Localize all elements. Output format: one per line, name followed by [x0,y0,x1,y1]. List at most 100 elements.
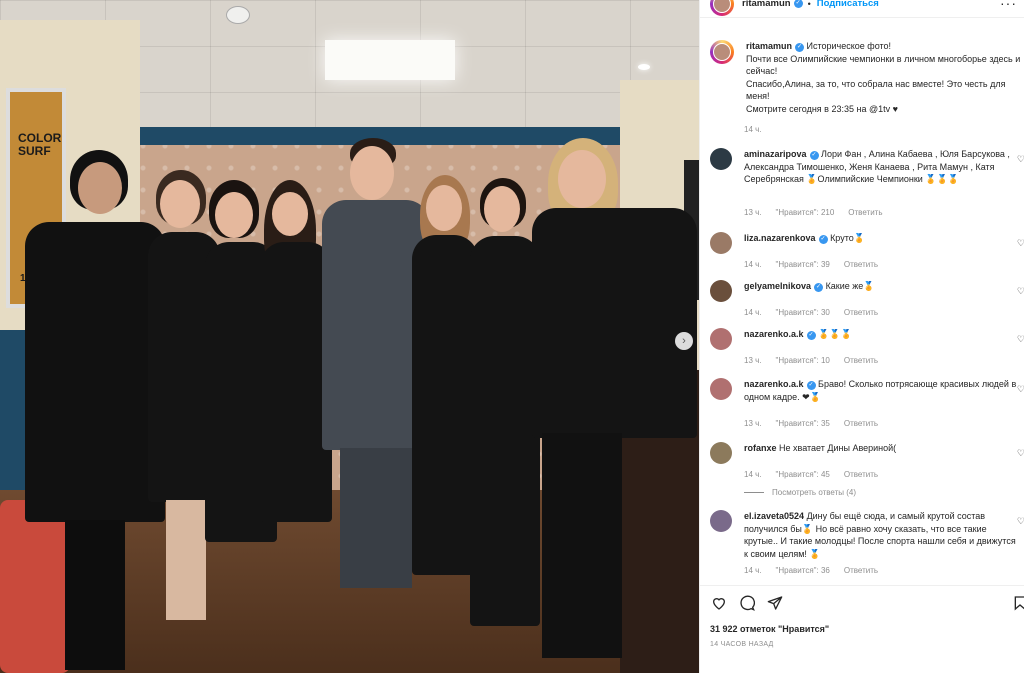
caption-username[interactable]: ritamamun [746,41,792,51]
comment-meta: 14 ч. "Нравится": 39 Ответить [744,260,892,269]
reply-button[interactable]: Ответить [844,566,878,575]
comment-like-icon[interactable]: ♡ [1017,448,1024,459]
comment-body: Круто🏅 [830,233,865,243]
comment-time: 14 ч. [744,470,762,479]
follow-button[interactable]: Подписаться [817,0,879,9]
comment-row: aminazaripova ✓ Лори Фан , Алина Кабаева … [710,148,1024,186]
reply-button[interactable]: Ответить [844,356,878,365]
comment-row: liza.nazarenkova✓ Круто🏅♡ [710,232,1024,254]
comment-like-icon[interactable]: ♡ [1017,516,1024,527]
comments-scroll[interactable]: ritamamun ✓ Историческое фото! Почти все … [700,30,1024,585]
view-replies-button[interactable]: Посмотреть ответы (4) [744,488,856,497]
verified-icon: ✓ [795,43,805,52]
commenter-username[interactable]: nazarenko.a.k [744,329,804,339]
comment-likes[interactable]: "Нравится": 210 [776,208,835,217]
photo-person [532,138,697,658]
verified-icon: ✓ [818,235,828,244]
commenter-avatar[interactable] [710,280,732,302]
caption-line-1: Историческое фото! [806,41,892,51]
likes-count[interactable]: 31 922 отметок "Нравится" [710,624,829,634]
comment-likes[interactable]: "Нравится": 39 [776,260,830,269]
comment-time: 14 ч. [744,566,762,575]
verified-icon: ✓ [806,331,816,340]
reply-button[interactable]: Ответить [844,260,878,269]
comment-text: nazarenko.a.k ✓ Браво! Сколько потрясающе… [744,378,1019,403]
verified-icon: ✓ [809,151,819,160]
comment-like-icon[interactable]: ♡ [1017,384,1024,395]
post-header: ritamamun ✓ • Подписаться ··· [700,0,1024,18]
commenter-username[interactable]: liza.nazarenkova [744,233,816,243]
caption-line-3: Спасибо,Алина, за то, что собрала нас вм… [746,78,1006,102]
post-photo[interactable]: COLOR SURF 1979 [0,0,699,673]
comment-like-icon[interactable]: ♡ [1017,334,1024,345]
caption-line-4: Смотрите сегодня в 23:35 на @1tv ♥ [746,103,898,114]
instagram-post-modal: COLOR SURF 1979 [0,0,1024,673]
comment-meta: 14 ч. "Нравится": 45 Ответить [744,470,892,479]
view-replies-label: Посмотреть ответы (4) [772,488,857,497]
comment-row: gelyamelnikova✓ Какие же🏅♡ [710,280,1024,302]
comment-likes[interactable]: "Нравится": 35 [776,419,830,428]
more-icon[interactable]: ··· [1000,0,1017,11]
commenter-avatar[interactable] [710,328,732,350]
separator-dot: • [807,0,811,9]
verified-icon: ✓ [806,381,816,390]
chevron-right-icon: › [682,335,686,347]
comment-row: nazarenko.a.k✓ 🏅🏅🏅♡ [710,328,1024,350]
commenter-username[interactable]: el.izaveta0524 [744,511,804,521]
comment-text: rofanxe Не хватает Дины Авериной( [744,442,1019,464]
comment-meta: 14 ч. "Нравится": 30 Ответить [744,308,892,317]
comment-likes[interactable]: "Нравится": 45 [776,470,830,479]
bookmark-icon[interactable] [1011,594,1024,612]
reply-button[interactable]: Ответить [848,208,882,217]
verified-icon: ✓ [793,0,803,8]
comment-text: liza.nazarenkova ✓ Круто🏅 [744,232,1019,254]
comment-text: gelyamelnikova ✓ Какие же🏅 [744,280,1019,302]
photo-ceiling-light [325,40,455,80]
comment-likes[interactable]: "Нравится": 30 [776,308,830,317]
commenter-username[interactable]: rofanxe [744,443,777,453]
comment-icon[interactable] [738,594,756,612]
comment-likes[interactable]: "Нравится": 36 [776,566,830,575]
commenter-avatar[interactable] [710,510,732,532]
comment-meta: 14 ч. "Нравится": 36 Ответить [744,566,892,575]
photo-smoke-detector [226,6,250,24]
author-username[interactable]: ritamamun [742,0,791,9]
comment-likes[interactable]: "Нравится": 10 [776,356,830,365]
comment-body: Какие же🏅 [825,281,875,291]
reply-button[interactable]: Ответить [844,470,878,479]
next-photo-button[interactable]: › [675,332,693,350]
commenter-avatar[interactable] [710,148,732,170]
share-icon[interactable] [766,594,784,612]
commenter-avatar[interactable] [710,378,732,400]
commenter-avatar[interactable] [710,232,732,254]
commenter-avatar[interactable] [710,442,732,464]
comment-row: rofanxe Не хватает Дины Авериной(♡ [710,442,1024,464]
comment-row: nazarenko.a.k ✓ Браво! Сколько потрясающе… [710,378,1024,403]
post-actions: 31 922 отметок "Нравится" 14 ЧАСОВ НАЗАД [700,585,1024,673]
comment-like-icon[interactable]: ♡ [1017,286,1024,297]
caption-avatar[interactable] [710,40,734,64]
reply-button[interactable]: Ответить [844,308,878,317]
comment-time: 13 ч. [744,419,762,428]
author-avatar[interactable] [710,0,734,16]
commenter-username[interactable]: gelyamelnikova [744,281,811,291]
comment-text: aminazaripova ✓ Лори Фан , Алина Кабаева … [744,148,1019,186]
commenter-username[interactable]: nazarenko.a.k [744,379,804,389]
post-age: 14 ЧАСОВ НАЗАД [710,641,774,648]
heart-icon[interactable] [710,594,728,612]
photo-person [25,150,165,670]
caption-timestamp: 14 ч. [744,125,762,134]
photo-person [470,178,540,628]
comment-like-icon[interactable]: ♡ [1017,154,1024,165]
caption-row: ritamamun ✓ Историческое фото! Почти все … [710,40,1024,115]
comment-meta: 13 ч. "Нравится": 210 Ответить [744,208,897,217]
comment-time: 14 ч. [744,260,762,269]
comments-panel: ritamamun ✓ • Подписаться ··· ritamamun ✓… [699,0,1024,673]
caption-line-2: Почти все Олимпийские чемпионки в личном… [746,53,1021,77]
comment-text: nazarenko.a.k ✓ 🏅🏅🏅 [744,328,1019,350]
comment-like-icon[interactable]: ♡ [1017,238,1024,249]
reply-button[interactable]: Ответить [844,419,878,428]
verified-icon: ✓ [814,283,824,292]
photo-spotlight [638,64,650,70]
commenter-username[interactable]: aminazaripova [744,149,807,159]
